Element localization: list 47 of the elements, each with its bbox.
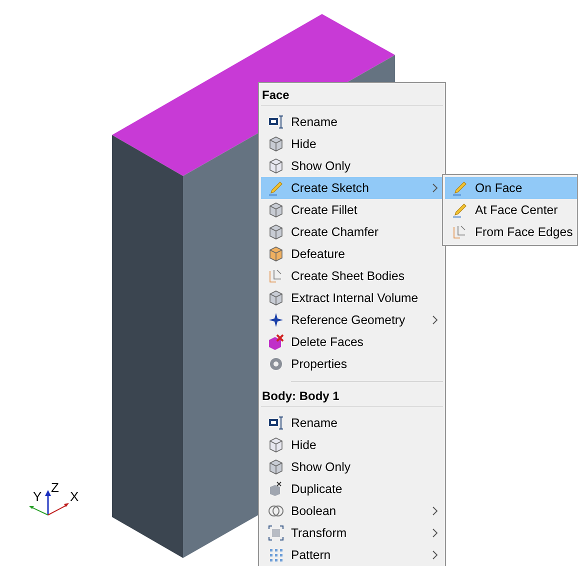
rename-icon — [268, 114, 284, 130]
menu-item[interactable]: Rename — [261, 111, 443, 133]
cube-icon — [268, 136, 284, 152]
axis-label: Y — [33, 489, 42, 504]
star-icon — [268, 312, 284, 328]
cube-icon — [268, 437, 284, 453]
menu-item[interactable]: Delete Faces — [261, 331, 443, 353]
menu-item[interactable]: Duplicate — [261, 478, 443, 500]
pencil-icon — [452, 202, 468, 218]
menu-item[interactable]: At Face Center — [445, 199, 577, 221]
pencil-icon — [268, 180, 284, 196]
cube-icon — [268, 459, 284, 475]
menu-item[interactable]: Create Sheet Bodies — [261, 265, 443, 287]
menu-item[interactable]: Boolean — [261, 500, 443, 522]
cube-icon — [268, 158, 284, 174]
menu-item[interactable]: Create Fillet — [261, 199, 443, 221]
boolean-icon — [268, 503, 284, 519]
duplicate-icon — [268, 481, 284, 497]
menu-section-header: Face — [261, 85, 443, 106]
axis-triad-drawing — [29, 490, 69, 516]
menu-section-header: Body: Body 1 — [261, 386, 443, 407]
menu-item[interactable]: On Face — [445, 177, 577, 199]
grid-icon — [268, 547, 284, 563]
menu-item[interactable]: Hide — [261, 434, 443, 456]
menu-item[interactable]: From Face Edges — [445, 221, 577, 243]
cube-icon — [268, 290, 284, 306]
menu-item[interactable]: Properties — [261, 353, 443, 375]
menu-item[interactable]: Hide — [261, 133, 443, 155]
menu-item[interactable]: Show Only — [261, 155, 443, 177]
delete-faces-icon — [268, 334, 284, 350]
menu-item[interactable]: Create Chamfer — [261, 221, 443, 243]
menu-item[interactable]: Transform — [261, 522, 443, 544]
transform-icon — [268, 525, 284, 541]
menu-item[interactable]: Create Sketch — [261, 177, 443, 199]
menu-item[interactable]: Reference Geometry — [261, 309, 443, 331]
menu-item[interactable]: Show Only — [261, 456, 443, 478]
menu-item[interactable]: Defeature — [261, 243, 443, 265]
pencil-icon — [452, 180, 468, 196]
rename-icon — [268, 415, 284, 431]
cube-icon — [268, 246, 284, 262]
cube-icon — [268, 224, 284, 240]
menu-item[interactable]: Pattern — [261, 544, 443, 566]
menu-item[interactable]: Rename — [261, 412, 443, 434]
menu-item[interactable]: Extract Internal Volume — [261, 287, 443, 309]
axis-label: Z — [51, 480, 59, 495]
axis-label: X — [70, 489, 79, 504]
cube-icon — [268, 202, 284, 218]
